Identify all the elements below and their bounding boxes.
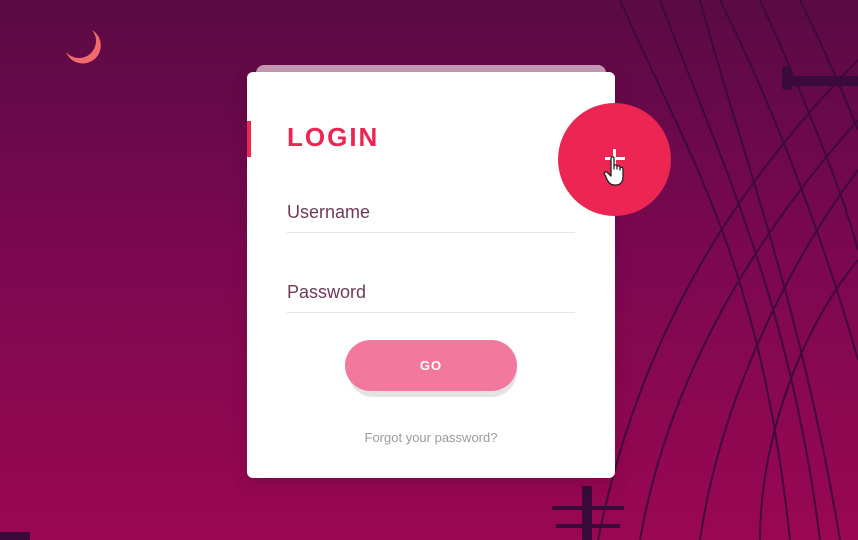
username-field[interactable] [287, 192, 575, 233]
go-button[interactable]: GO [345, 340, 517, 391]
title-accent-bar [247, 121, 251, 157]
password-field[interactable] [287, 272, 575, 313]
moon-icon [66, 30, 101, 64]
hand-cursor-icon [603, 156, 624, 186]
login-card: LOGIN GO Forgot your password? [247, 72, 615, 478]
forgot-password-link[interactable]: Forgot your password? [247, 430, 615, 445]
login-title: LOGIN [287, 122, 380, 152]
